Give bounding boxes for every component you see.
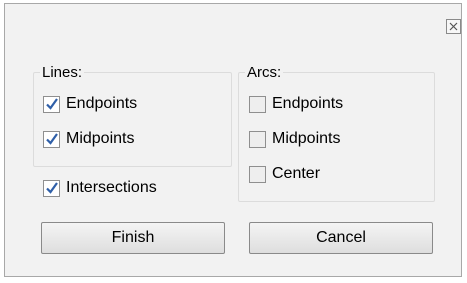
lines-midpoints-label: Midpoints bbox=[66, 130, 135, 147]
arcs-endpoints-label: Endpoints bbox=[272, 95, 344, 112]
arcs-group-title: Arcs: bbox=[245, 64, 284, 81]
arcs-midpoints-option[interactable]: Midpoints bbox=[249, 130, 340, 148]
close-icon bbox=[449, 22, 458, 31]
lines-group bbox=[33, 72, 232, 167]
intersections-checkbox[interactable] bbox=[43, 179, 60, 197]
lines-endpoints-label: Endpoints bbox=[66, 95, 138, 112]
arcs-endpoints-checkbox[interactable] bbox=[249, 95, 266, 113]
arcs-center-option[interactable]: Center bbox=[249, 165, 320, 183]
close-button[interactable] bbox=[446, 19, 461, 34]
snap-settings-dialog: Lines: Endpoints Midpoints Intersections… bbox=[4, 3, 462, 277]
intersections-option[interactable]: Intersections bbox=[43, 179, 157, 197]
checkmark-icon bbox=[45, 182, 58, 194]
arcs-endpoints-option[interactable]: Endpoints bbox=[249, 95, 343, 113]
lines-endpoints-option[interactable]: Endpoints bbox=[43, 95, 137, 113]
checkmark-icon bbox=[45, 133, 58, 145]
arcs-midpoints-label: Midpoints bbox=[272, 130, 341, 147]
finish-button[interactable]: Finish bbox=[41, 222, 225, 254]
checkmark-icon bbox=[45, 98, 58, 110]
lines-midpoints-option[interactable]: Midpoints bbox=[43, 130, 134, 148]
lines-group-title: Lines: bbox=[40, 64, 85, 81]
lines-endpoints-checkbox[interactable] bbox=[43, 95, 60, 113]
arcs-center-checkbox[interactable] bbox=[249, 165, 266, 183]
arcs-midpoints-checkbox[interactable] bbox=[249, 130, 266, 148]
cancel-button[interactable]: Cancel bbox=[249, 222, 433, 254]
arcs-center-label: Center bbox=[272, 165, 321, 182]
intersections-label: Intersections bbox=[66, 179, 157, 196]
lines-midpoints-checkbox[interactable] bbox=[43, 130, 60, 148]
